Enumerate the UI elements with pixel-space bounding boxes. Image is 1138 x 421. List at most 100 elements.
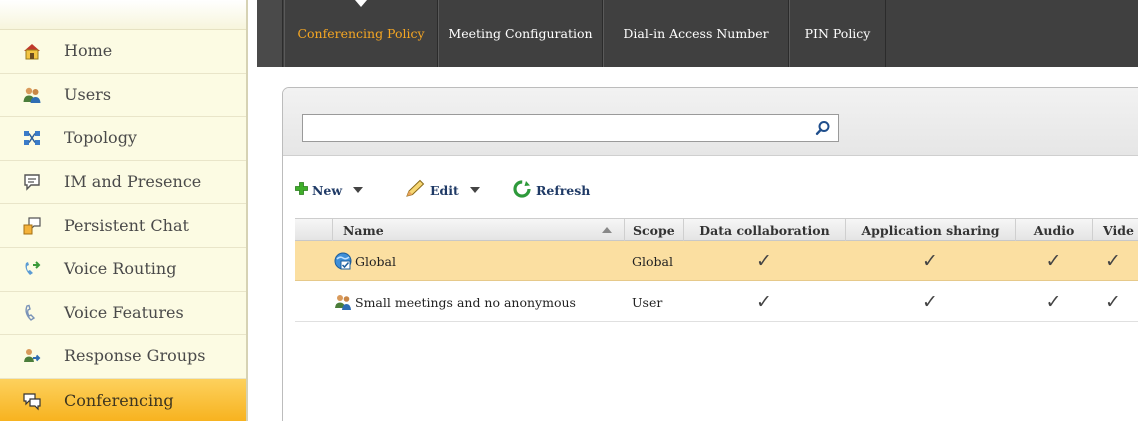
sidebar-item-label: IM and Presence [64,172,202,192]
column-header-label: Data collaboration [699,222,830,238]
row-name: Global [355,253,396,269]
check-icon: ✓ [1105,282,1138,322]
search-input[interactable] [303,115,803,141]
table-header: Name Scope Data collaboration Applicatio… [295,218,1138,241]
sidebar-item-label: Topology [64,128,137,148]
pencil-icon [404,179,426,202]
table-row[interactable]: Global Global ✓ ✓ ✓ ✓ [295,241,1138,281]
cell-video: ✓ [1105,250,1121,272]
sidebar-item-topology[interactable]: Topology [0,117,246,161]
sidebar-divider [246,0,248,421]
row-name: Small meetings and no anonymous [355,294,576,310]
sidebar-item-label: Home [64,41,113,61]
search-icon[interactable] [814,119,832,137]
sidebar-item-im-presence[interactable]: IM and Presence [0,161,246,205]
sidebar-item-voice-routing[interactable]: Voice Routing [0,248,246,292]
cell-name: Global [334,241,624,281]
cell-audio: ✓ [1045,250,1062,272]
global-policy-icon [334,252,352,270]
tab-bar: Conferencing Policy Meeting Configuratio… [257,0,1138,67]
refresh-button-label: Refresh [536,182,591,198]
tab-label: Meeting Configuration [448,26,593,41]
sidebar-item-label: Conferencing [64,390,174,410]
column-header-label: Scope [633,222,675,238]
cell-audio: ✓ [1045,291,1062,313]
row-scope: User [632,294,663,310]
sidebar-top [0,0,246,30]
row-scope: Global [632,253,673,269]
conferencing-icon [22,391,42,411]
check-icon: ✓ [845,241,1015,281]
cell-data-collaboration: ✓ [756,250,772,272]
column-header-label: Application sharing [861,222,1000,238]
check-icon: ✓ [1015,241,1092,281]
column-header-label: Vide [1103,222,1134,238]
refresh-button[interactable]: Refresh [512,179,590,202]
table-row[interactable]: Small meetings and no anonymous User ✓ ✓… [295,282,1138,322]
home-icon [22,41,42,61]
search-area [283,88,1138,156]
active-tab-caret-icon [355,0,367,7]
check-icon: ✓ [1105,241,1138,281]
new-button-label: New [312,182,343,198]
toolbar: New Edit Refresh [283,176,1138,204]
cell-application-sharing: ✓ [922,250,938,272]
column-header-scope[interactable]: Scope [624,219,683,241]
sidebar-item-users[interactable]: Users [0,74,246,118]
column-header-audio[interactable]: Audio [1015,219,1092,241]
response-groups-icon [22,346,42,366]
cell-video: ✓ [1105,291,1121,313]
edit-button[interactable]: Edit [404,179,480,202]
column-header-application-sharing[interactable]: Application sharing [845,219,1015,241]
column-header-video[interactable]: Vide [1092,219,1138,241]
column-header-label: Name [343,222,384,238]
users-icon [22,85,42,105]
persistent-chat-icon [22,216,42,236]
check-icon: ✓ [845,282,1015,322]
tab-label: PIN Policy [804,26,871,41]
content-panel: New Edit Refresh Name Scope Data collabo… [282,87,1138,421]
column-header-label: Audio [1033,222,1075,238]
voice-features-icon [22,303,42,323]
chevron-down-icon [469,187,480,193]
voice-routing-icon [22,259,42,279]
sidebar-item-conferencing[interactable]: Conferencing [0,378,246,421]
edit-button-label: Edit [430,182,459,198]
sidebar-item-label: Voice Routing [64,259,177,279]
tab-bar-lead [257,0,283,67]
cell-scope: Global [632,241,683,281]
tab-conferencing-policy[interactable]: Conferencing Policy [284,0,438,67]
tab-label: Conferencing Policy [297,26,425,41]
check-icon: ✓ [683,282,845,322]
column-header-data-collaboration[interactable]: Data collaboration [683,219,845,241]
chevron-down-icon [353,187,364,193]
topology-icon [22,128,42,148]
new-button[interactable]: New [295,182,364,198]
im-presence-icon [22,172,42,192]
tab-dial-in-access-number[interactable]: Dial-in Access Number [603,0,789,67]
sidebar-item-label: Response Groups [64,346,206,366]
sidebar-item-response-groups[interactable]: Response Groups [0,335,246,379]
sidebar-item-voice-features[interactable]: Voice Features [0,292,246,336]
column-header-name[interactable]: Name [332,219,624,241]
cell-data-collaboration: ✓ [756,291,772,313]
refresh-icon [512,179,532,202]
cell-name: Small meetings and no anonymous [334,282,624,322]
sort-ascending-icon [602,227,612,233]
check-icon: ✓ [1015,282,1092,322]
sidebar-item-home[interactable]: Home [0,30,246,74]
cell-scope: User [632,282,683,322]
sidebar-item-label: Users [64,85,112,105]
cell-application-sharing: ✓ [922,291,938,313]
search-box [302,114,839,142]
tab-label: Dial-in Access Number [623,26,769,41]
sidebar: Home Users Topology IM and Presence Pers… [0,0,246,421]
check-icon: ✓ [683,241,845,281]
sidebar-item-label: Voice Features [64,302,184,322]
plus-icon [295,182,308,198]
user-policy-icon [334,293,352,311]
sidebar-item-label: Persistent Chat [64,215,189,235]
tab-pin-policy[interactable]: PIN Policy [789,0,886,67]
sidebar-item-persistent-chat[interactable]: Persistent Chat [0,204,246,248]
tab-meeting-configuration[interactable]: Meeting Configuration [438,0,603,67]
